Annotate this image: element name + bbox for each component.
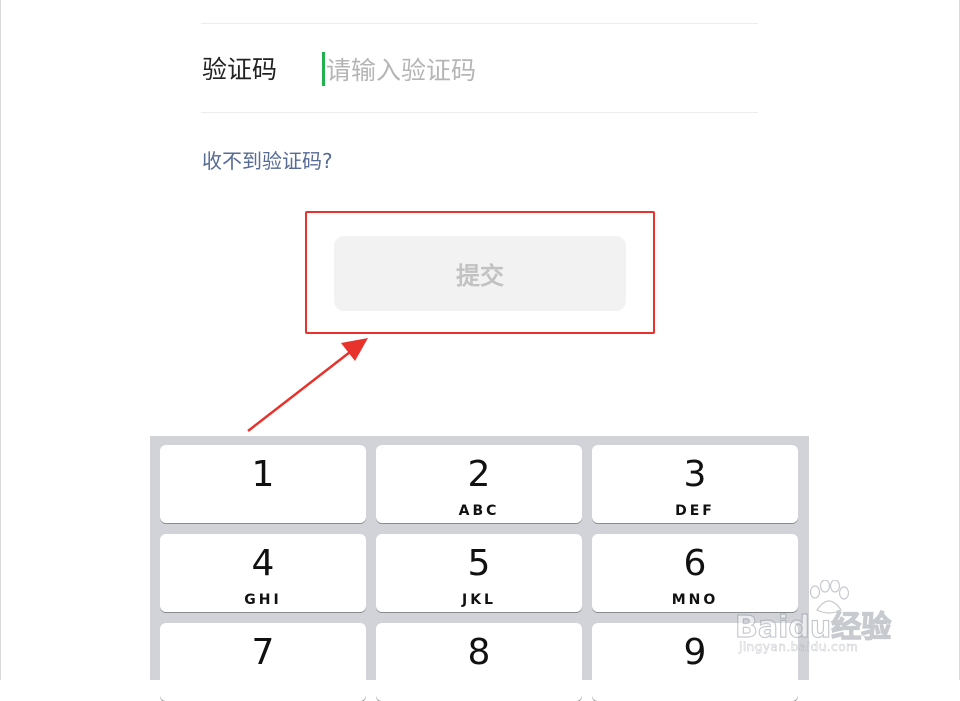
key-5[interactable]: 5 JKL: [376, 534, 582, 612]
key-7[interactable]: 7: [160, 623, 366, 701]
key-digit: 9: [683, 632, 707, 673]
no-code-help-link[interactable]: 收不到验证码?: [202, 146, 333, 176]
key-3[interactable]: 3 DEF: [592, 445, 798, 523]
key-4[interactable]: 4 GHI: [160, 534, 366, 612]
key-digit: 7: [251, 632, 275, 673]
key-digit: 6: [683, 543, 707, 584]
key-letters: GHI: [244, 592, 282, 608]
key-9[interactable]: 9: [592, 623, 798, 701]
key-6[interactable]: 6 MNO: [592, 534, 798, 612]
key-digit: 4: [251, 543, 275, 584]
paw-icon: [809, 580, 850, 614]
key-letters: MNO: [671, 592, 719, 608]
key-digit: 1: [251, 454, 275, 495]
key-8[interactable]: 8: [376, 623, 582, 701]
key-letters: ABC: [458, 503, 500, 519]
key-letters: DEF: [675, 503, 715, 519]
code-input[interactable]: [326, 50, 746, 90]
key-2[interactable]: 2 ABC: [376, 445, 582, 523]
divider-bottom: [201, 112, 758, 113]
key-letters: JKL: [462, 592, 496, 608]
key-digit: 5: [467, 543, 491, 584]
code-label: 验证码: [202, 55, 278, 84]
frame-left-edge: [0, 0, 1, 680]
annotation-arrow-icon: [247, 338, 368, 432]
key-digit: 8: [467, 632, 491, 673]
text-cursor: [322, 52, 325, 86]
numeric-keypad: 1 2 ABC 3 DEF 4 GHI 5 JKL 6 MNO 7 8 9: [150, 436, 809, 701]
divider-top: [201, 23, 758, 24]
key-1[interactable]: 1: [160, 445, 366, 523]
submit-button[interactable]: 提交: [334, 236, 626, 311]
key-digit: 3: [683, 454, 707, 495]
key-digit: 2: [467, 454, 491, 495]
